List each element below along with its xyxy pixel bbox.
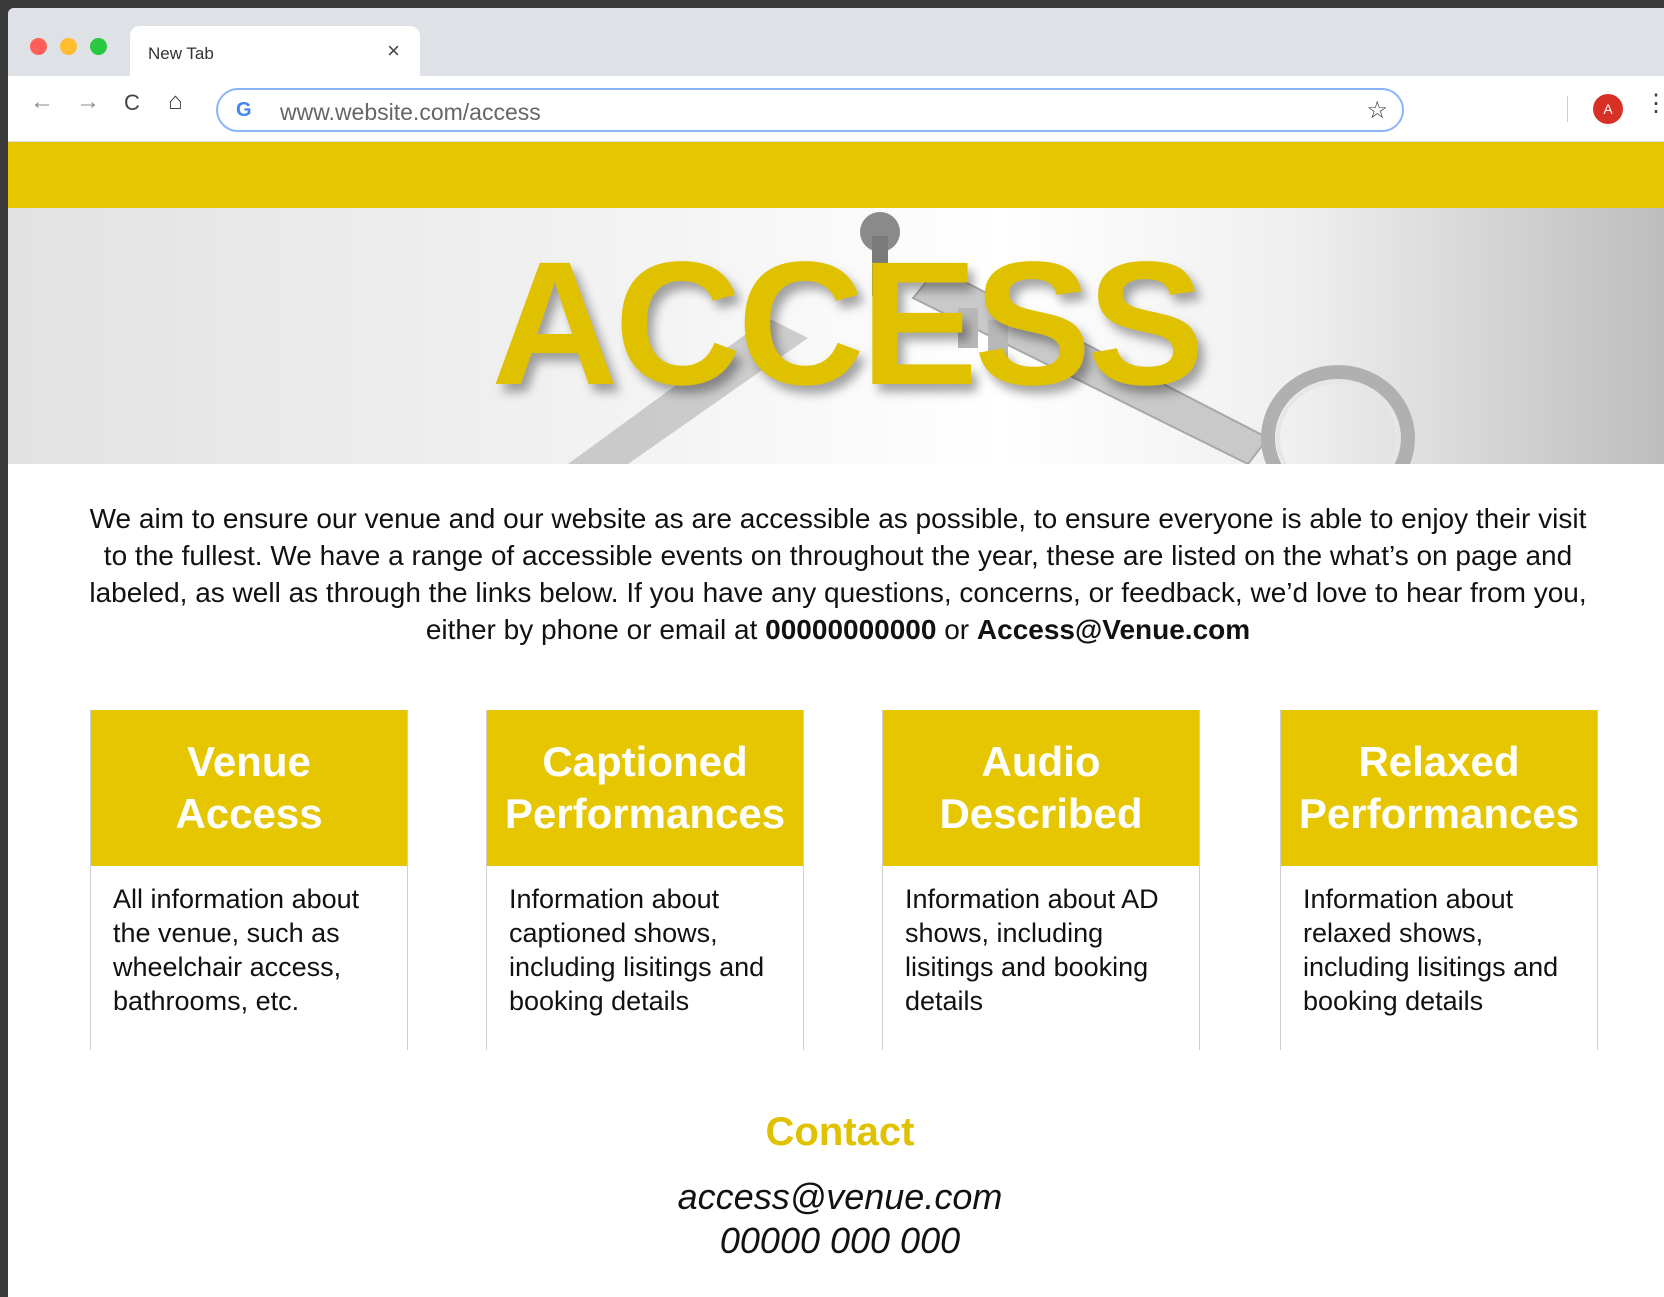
forward-arrow-icon[interactable]: → bbox=[76, 90, 100, 114]
intro-phone: 00000000000 bbox=[765, 614, 937, 645]
card-title[interactable]: Captioned Performances bbox=[487, 710, 803, 866]
card-captioned-performances[interactable]: Captioned Performances Information about… bbox=[486, 710, 804, 1050]
card-description: All information about the venue, such as… bbox=[113, 884, 360, 1016]
profile-avatar[interactable]: A bbox=[1593, 94, 1623, 124]
card-title-line1: Captioned bbox=[542, 738, 748, 785]
hero-banner: ACCESS bbox=[8, 208, 1664, 464]
bookmark-star-icon[interactable]: ☆ bbox=[1366, 96, 1388, 125]
back-arrow-icon[interactable]: ← bbox=[30, 90, 54, 114]
tab-strip: New Tab × bbox=[8, 8, 1664, 78]
browser-tab[interactable]: New Tab × bbox=[130, 26, 420, 78]
access-cards: Venue Access All information about the v… bbox=[90, 710, 1610, 1050]
card-description: Information about AD shows, including li… bbox=[905, 884, 1159, 1016]
contact-heading: Contact bbox=[765, 1110, 915, 1154]
card-relaxed-performances[interactable]: Relaxed Performances Information about r… bbox=[1280, 710, 1598, 1050]
google-icon: G bbox=[236, 99, 252, 121]
contact-email-link[interactable]: access@venue.com bbox=[8, 1176, 1664, 1218]
tab-close-icon[interactable]: × bbox=[387, 40, 400, 62]
intro-paragraph: We aim to ensure our venue and our websi… bbox=[88, 500, 1588, 648]
browser-window: New Tab × ← → C ⌂ G www.website.com/acce… bbox=[8, 8, 1664, 1297]
hero-title: ACCESS bbox=[491, 226, 1204, 422]
card-description: Information about relaxed shows, includi… bbox=[1303, 884, 1559, 1016]
web-page: ACCESS We aim to ensure our venue and ou… bbox=[8, 142, 1664, 1297]
card-title-line1: Audio bbox=[981, 738, 1101, 785]
intro-email[interactable]: Access@Venue.com bbox=[977, 614, 1250, 645]
maximize-window-icon[interactable] bbox=[90, 38, 107, 55]
card-title[interactable]: Relaxed Performances bbox=[1281, 710, 1597, 866]
card-venue-access[interactable]: Venue Access All information about the v… bbox=[90, 710, 408, 1050]
card-title-line1: Relaxed bbox=[1358, 738, 1520, 785]
url-text[interactable]: www.website.com/access bbox=[280, 99, 541, 126]
card-audio-described[interactable]: Audio Described Information about AD sho… bbox=[882, 710, 1200, 1050]
minimize-window-icon[interactable] bbox=[60, 38, 77, 55]
address-bar[interactable]: G www.website.com/access ☆ bbox=[216, 88, 1404, 132]
card-title-line2: Performances bbox=[504, 790, 786, 837]
card-title[interactable]: Audio Described bbox=[883, 710, 1199, 866]
intro-or: or bbox=[936, 614, 977, 645]
reload-icon[interactable]: C bbox=[124, 92, 140, 114]
card-title-line2: Described bbox=[939, 790, 1143, 837]
card-title-line2: Performances bbox=[1298, 790, 1580, 837]
card-title-line2: Access bbox=[175, 790, 323, 837]
browser-toolbar: ← → C ⌂ G www.website.com/access ☆ A ⋮ bbox=[8, 76, 1664, 142]
card-description: Information about captioned shows, inclu… bbox=[509, 884, 765, 1016]
browser-menu-icon[interactable]: ⋮ bbox=[1644, 92, 1664, 116]
toolbar-divider bbox=[1567, 96, 1568, 122]
tab-title: New Tab bbox=[148, 44, 214, 63]
close-window-icon[interactable] bbox=[30, 38, 47, 55]
card-title-line1: Venue bbox=[187, 738, 311, 785]
card-title[interactable]: Venue Access bbox=[91, 710, 407, 866]
home-icon[interactable]: ⌂ bbox=[168, 90, 183, 114]
contact-phone[interactable]: 00000 000 000 bbox=[8, 1220, 1664, 1262]
header-band bbox=[8, 142, 1664, 208]
